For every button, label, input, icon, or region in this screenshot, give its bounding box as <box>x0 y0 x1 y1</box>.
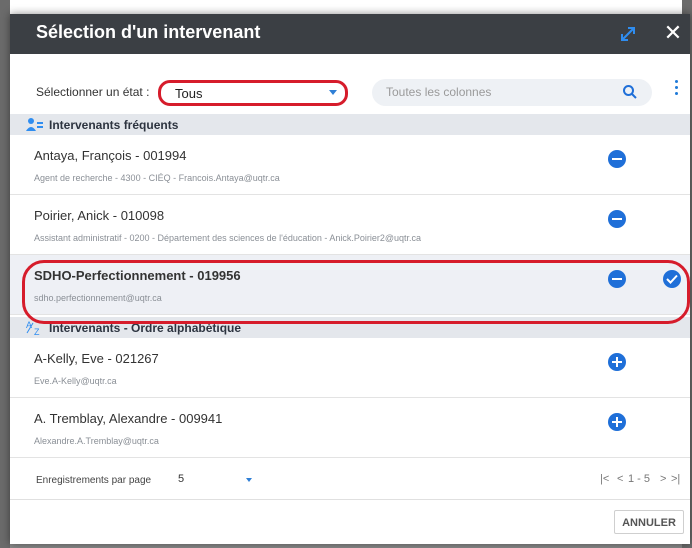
svg-text:Z: Z <box>34 327 40 335</box>
participant-detail: Alexandre.A.Tremblay@uqtr.ca <box>34 436 159 446</box>
sort-alpha-icon: A Z <box>26 320 44 337</box>
next-page-icon[interactable]: > <box>660 473 666 485</box>
last-page-icon[interactable]: >| <box>671 473 680 485</box>
remove-icon[interactable] <box>608 150 626 168</box>
add-icon[interactable] <box>608 353 626 371</box>
filter-toolbar: Sélectionner un état : Tous <box>10 54 690 112</box>
group-header-frequent: Intervenants fréquents <box>10 114 690 135</box>
search-icon[interactable] <box>622 84 638 100</box>
participant-name: Antaya, François - 001994 <box>34 148 187 163</box>
remove-icon[interactable] <box>608 210 626 228</box>
dialog-titlebar: Sélection d'un intervenant ✕ <box>10 14 690 54</box>
per-page-value: 5 <box>178 473 185 485</box>
page-range: 1 - 5 <box>628 473 651 485</box>
list-item[interactable]: Antaya, François - 001994 Agent de reche… <box>10 135 690 195</box>
first-page-icon[interactable]: |< <box>600 473 609 485</box>
svg-text:A: A <box>26 320 32 330</box>
cancel-button[interactable]: ANNULER <box>614 510 684 534</box>
per-page-label: Enregistrements par page <box>36 475 152 486</box>
people-icon <box>26 117 44 132</box>
state-filter-select[interactable]: Tous <box>158 80 348 106</box>
prev-page-icon[interactable]: < <box>617 473 623 485</box>
group-label: Intervenants fréquents <box>49 118 179 132</box>
chevron-down-icon <box>329 90 337 95</box>
add-icon[interactable] <box>608 413 626 431</box>
group-label: Intervenants - Ordre alphabétique <box>49 321 242 335</box>
participant-name: A. Tremblay, Alexandre - 009941 <box>34 411 223 426</box>
participant-detail: sdho.perfectionnement@uqtr.ca <box>34 293 162 303</box>
list-item[interactable]: Poirier, Anick - 010098 Assistant admini… <box>10 195 690 255</box>
close-icon[interactable]: ✕ <box>662 22 684 44</box>
search-input[interactable] <box>384 84 618 100</box>
remove-icon[interactable] <box>608 270 626 288</box>
list-item[interactable]: A. Tremblay, Alexandre - 009941 Alexandr… <box>10 398 690 458</box>
participant-detail: Agent de recherche - 4300 - CIÉQ - Franc… <box>34 173 280 183</box>
select-participant-dialog: Sélection d'un intervenant ✕ Sélectionne… <box>10 14 690 544</box>
dialog-actions: ANNULER <box>10 500 690 544</box>
search-box <box>372 79 652 106</box>
pagination-bar: Enregistrements par page 5 |< < 1 - 5 > … <box>10 463 690 500</box>
participant-detail: Assistant administratif - 0200 - Départe… <box>34 233 422 243</box>
list-item[interactable]: A-Kelly, Eve - 021267 Eve.A-Kelly@uqtr.c… <box>10 338 690 398</box>
background-left-edge <box>0 0 10 548</box>
chevron-down-icon <box>246 478 252 482</box>
state-filter-label: Sélectionner un état : <box>36 85 150 99</box>
participant-detail: Eve.A-Kelly@uqtr.ca <box>34 376 117 386</box>
state-filter-value: Tous <box>175 86 203 101</box>
per-page-select[interactable]: 5 <box>178 473 254 489</box>
pager: |< < 1 - 5 > >| <box>600 473 686 489</box>
participant-name: Poirier, Anick - 010098 <box>34 208 165 223</box>
participant-name: SDHO-Perfectionnement - 019956 <box>34 268 241 283</box>
more-options-icon[interactable] <box>672 78 680 100</box>
group-header-alphabetical: A Z Intervenants - Ordre alphabétique <box>10 317 690 338</box>
expand-icon[interactable] <box>618 24 638 44</box>
check-icon[interactable] <box>663 270 681 288</box>
participant-name: A-Kelly, Eve - 021267 <box>34 351 159 366</box>
dialog-title: Sélection d'un intervenant <box>36 22 261 42</box>
list-item-selected[interactable]: SDHO-Perfectionnement - 019956 sdho.perf… <box>10 255 690 315</box>
